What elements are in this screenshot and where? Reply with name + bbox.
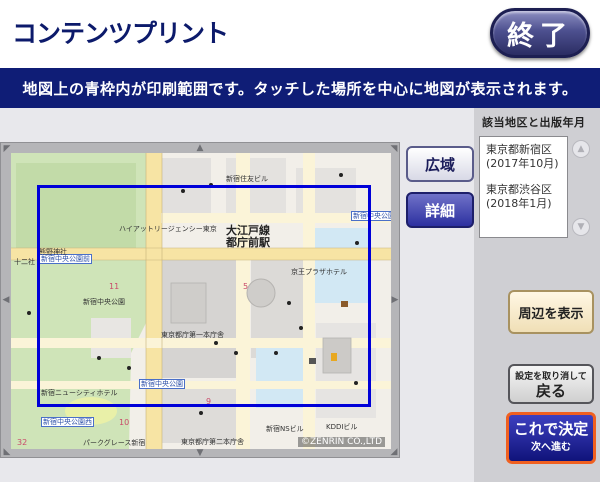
region-title: 該当地区と出版年月	[482, 116, 586, 129]
end-button[interactable]: 終了	[490, 8, 590, 58]
region-item-date: (2017年10月)	[486, 157, 559, 170]
map-label-park-grace: パークグレース新宿	[83, 439, 146, 447]
map-label-num: 10	[119, 418, 130, 427]
cancel-main-label: 戻る	[535, 382, 566, 400]
map-view[interactable]: 大江戸線 都庁前駅 ハイアットリージェンシー東京 京王プラザホテル 新宿中央公園前…	[11, 153, 391, 449]
scroll-right-icon[interactable]: ▶	[390, 295, 400, 305]
scroll-up-icon[interactable]: ▲	[195, 143, 205, 153]
map-label-chuo-park-west: 新宿中央公園西	[41, 417, 94, 427]
confirm-sub-label: 次へ進む	[531, 442, 571, 453]
map-label-num: 32	[17, 438, 28, 447]
app-title: コンテンツプリント	[12, 19, 229, 48]
main-area: ◤ ▲ ◥ ◀ ▶ ◣ ▼ ◢ 大江戸線 都庁前駅 ハイアットリージェンシー東京…	[0, 108, 600, 482]
map-label-sumitomo: 新宿住友ビル	[226, 175, 268, 183]
print-range-frame	[37, 185, 371, 407]
map-label-tocho-2: 東京都庁第二本庁舎	[181, 438, 244, 446]
map-label-ns-building: 新宿NSビル	[266, 425, 304, 433]
region-list[interactable]: 東京都新宿区 (2017年10月) 東京都渋谷区 (2018年1月)	[479, 136, 568, 238]
scroll-down-icon[interactable]: ▼	[195, 448, 205, 458]
map-copyright: ©ZENRIN CO.,LTD	[297, 437, 385, 447]
scroll-left-icon[interactable]: ◀	[1, 295, 11, 305]
list-scroll-down-icon[interactable]: ▼	[572, 218, 590, 236]
map-label-kddi: KDDIビル	[326, 423, 358, 431]
zoom-wide-button[interactable]: 広域	[406, 146, 474, 182]
region-item-name: 東京都渋谷区	[486, 183, 552, 196]
map-frame: ◤ ▲ ◥ ◀ ▶ ◣ ▼ ◢ 大江戸線 都庁前駅 ハイアットリージェンシー東京…	[0, 142, 400, 458]
region-item-name: 東京都新宿区	[486, 143, 552, 156]
confirm-next-button[interactable]: これで決定 次へ進む	[506, 412, 596, 464]
confirm-main-label: これで決定	[513, 420, 589, 438]
zoom-detail-button[interactable]: 詳細	[406, 192, 474, 228]
cancel-back-button[interactable]: 設定を取り消して 戻る	[508, 364, 594, 404]
list-scroll-up-icon[interactable]: ▲	[572, 140, 590, 158]
header: コンテンツプリント 終了	[0, 0, 600, 68]
instruction-banner: 地図上の青枠内が印刷範囲です。タッチした場所を中心に地図が表示されます。	[0, 68, 600, 108]
show-nearby-button[interactable]: 周辺を表示	[508, 290, 594, 334]
map-label-juniso: 十二社	[14, 258, 35, 266]
cancel-sub-label: 設定を取り消して	[515, 372, 587, 382]
region-item-date: (2018年1月)	[486, 197, 552, 210]
